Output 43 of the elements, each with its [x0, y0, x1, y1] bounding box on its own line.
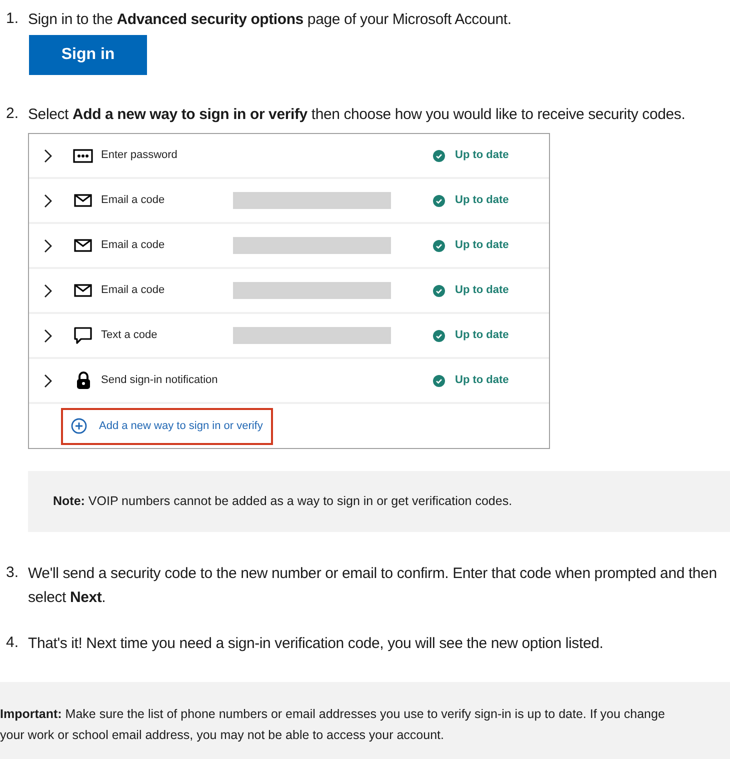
status-label: Up to date: [455, 283, 509, 298]
step-text: Sign in to the Advanced security options page of your Microsoft Account.: [28, 10, 512, 30]
step-text: That's it! Next time you need a sign-in verification code, you will see the new option listed.: [28, 634, 604, 654]
chevron-right-icon[interactable]: [44, 284, 52, 298]
envelope-icon: [74, 194, 92, 207]
sign-in-button[interactable]: Sign in: [29, 35, 147, 75]
important-text: Important: Make sure the list of phone numbers or email addresses you use to verify sign-in is up to date. If you change your work or school email address, you may not be able to access your account.: [0, 706, 666, 744]
envelope-icon: [74, 284, 92, 297]
step-number: 2.: [6, 104, 20, 124]
check-circle-icon: [433, 240, 445, 252]
method-label: Enter password: [101, 148, 178, 164]
check-circle-icon: [433, 330, 445, 342]
method-label: Email a code: [101, 193, 166, 208]
method-label: Email a code: [101, 238, 166, 254]
chat-bubble-icon: [74, 327, 92, 344]
chevron-right-icon[interactable]: [44, 194, 52, 208]
check-circle-icon: [433, 194, 445, 206]
chevron-right-icon[interactable]: [44, 374, 52, 388]
check-circle-icon: [433, 150, 445, 162]
method-label: Send sign-in notification: [101, 373, 219, 388]
step-text: Select Add a new way to sign in or verify then choose how you would like to receive security codes.: [28, 105, 686, 125]
note-text: Note: VOIP numbers cannot be added as a way to sign in or get verification codes.: [53, 493, 512, 510]
plus-circle-icon: [71, 418, 87, 434]
chevron-right-icon[interactable]: [44, 238, 52, 252]
check-circle-icon: [433, 374, 445, 386]
method-label: Text a code: [101, 328, 158, 344]
check-circle-icon: [433, 284, 445, 296]
status-label: Up to date: [455, 328, 509, 344]
step-text: We'll send a security code to the new number or email to confirm. Enter that code when prompted and then select Next.: [28, 564, 718, 608]
chevron-right-icon[interactable]: [44, 148, 52, 162]
status-label: Up to date: [455, 238, 509, 254]
method-label: Email a code: [101, 283, 166, 298]
envelope-icon: [74, 239, 92, 252]
step-number: 1.: [6, 9, 20, 29]
password-icon: [73, 148, 93, 162]
step-number: 4.: [6, 633, 20, 653]
add-method-link[interactable]: Add a new way to sign in or verify: [61, 408, 273, 444]
step-number: 3.: [6, 563, 20, 583]
padlock-icon: [76, 371, 90, 390]
status-label: Up to date: [455, 148, 509, 164]
status-label: Up to date: [455, 193, 509, 208]
status-label: Up to date: [455, 373, 509, 388]
chevron-right-icon[interactable]: [44, 328, 52, 342]
